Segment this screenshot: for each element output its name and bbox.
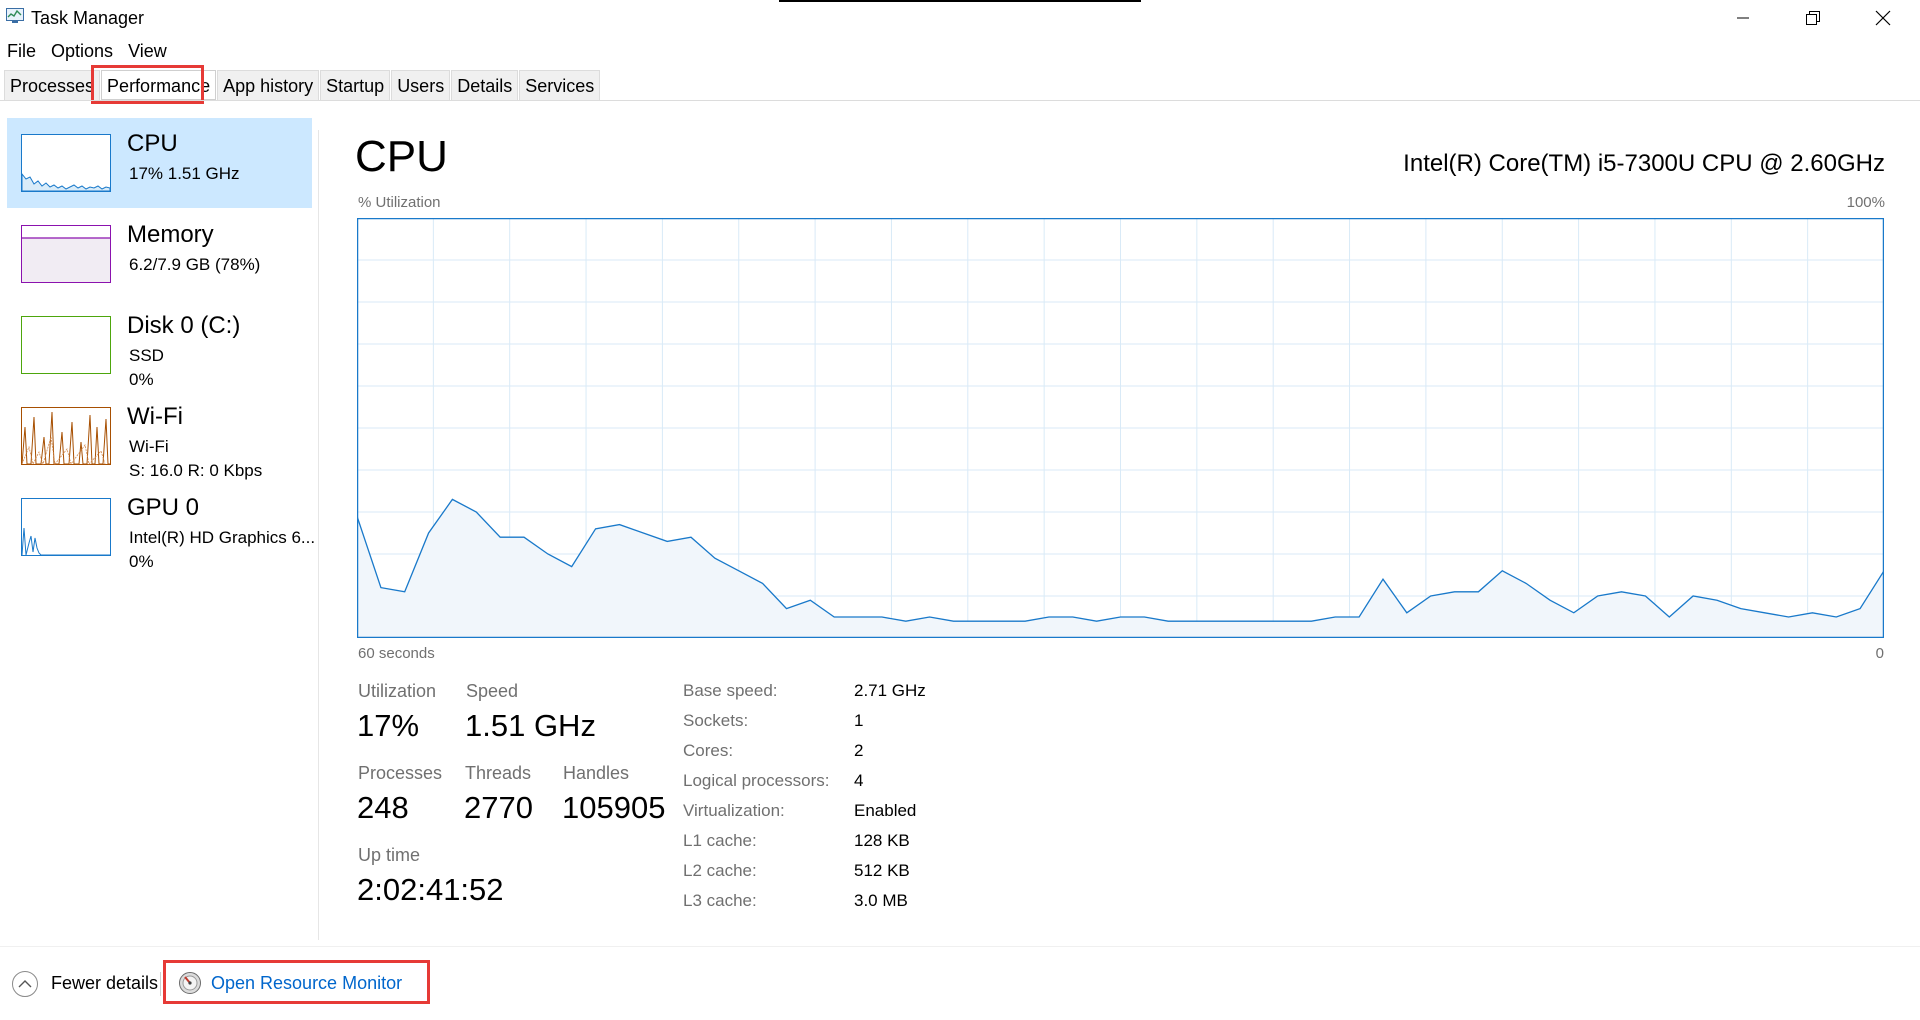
minimize-button[interactable] xyxy=(1713,0,1773,36)
handles-label: Handles xyxy=(563,763,630,783)
sidebar-wifi-name: Wi-Fi xyxy=(127,403,183,430)
gpu-thumbnail-graph xyxy=(21,498,111,556)
tab-users[interactable]: Users xyxy=(391,70,451,100)
cpu-utilization-graph xyxy=(357,218,1884,638)
uptime-value: 2:02:41:52 xyxy=(357,872,504,907)
sidebar-item-wifi[interactable]: Wi-Fi Wi-Fi S: 16.0 R: 0 Kbps xyxy=(0,391,318,481)
fewer-details-link[interactable]: Fewer details xyxy=(51,973,158,994)
footer-divider xyxy=(0,946,1920,947)
sidebar-disk-usage: 0% xyxy=(129,370,154,389)
info-label-base-speed: Base speed: xyxy=(683,681,778,700)
utilization-value: 17% xyxy=(357,708,420,743)
disk-thumbnail-graph xyxy=(21,316,111,374)
uptime-label: Up time xyxy=(358,845,421,865)
y-axis-label: % Utilization xyxy=(358,194,441,211)
sidebar-memory-name: Memory xyxy=(127,221,214,248)
cpu-thumbnail-graph xyxy=(21,134,111,192)
window-title: Task Manager xyxy=(31,8,145,28)
tab-app-history[interactable]: App history xyxy=(217,70,320,100)
threads-value: 2770 xyxy=(464,790,533,825)
close-button[interactable] xyxy=(1853,0,1913,36)
info-label-l1-cache: L1 cache: xyxy=(683,831,757,850)
info-label-sockets: Sockets: xyxy=(683,711,749,730)
close-icon xyxy=(1875,10,1891,26)
handles-value: 105905 xyxy=(562,790,666,825)
sidebar-cpu-name: CPU xyxy=(127,130,178,157)
sidebar-gpu-model: Intel(R) HD Graphics 6... xyxy=(129,528,316,547)
performance-tab-highlight xyxy=(91,65,204,104)
sidebar-memory-usage: 6.2/7.9 GB (78%) xyxy=(129,255,261,274)
sidebar-item-disk[interactable]: Disk 0 (C:) SSD 0% xyxy=(0,300,318,390)
menu-view[interactable]: View xyxy=(121,38,175,64)
info-label-l2-cache: L2 cache: xyxy=(683,861,757,880)
info-value-sockets: 1 xyxy=(854,711,864,730)
sidebar-wifi-throughput: S: 16.0 R: 0 Kbps xyxy=(129,461,263,480)
info-label-logical-processors: Logical processors: xyxy=(683,771,830,790)
info-value-cores: 2 xyxy=(854,741,864,760)
utilization-label: Utilization xyxy=(358,681,437,701)
page-title: CPU xyxy=(355,132,448,181)
info-label-cores: Cores: xyxy=(683,741,734,760)
tab-services[interactable]: Services xyxy=(519,70,601,100)
task-manager-icon xyxy=(6,8,24,23)
tab-details[interactable]: Details xyxy=(451,70,519,100)
info-label-virtualization: Virtualization: xyxy=(683,801,785,820)
sidebar-gpu-name: GPU 0 xyxy=(127,494,200,521)
taskbar-edge xyxy=(779,0,1141,2)
threads-label: Threads xyxy=(465,763,532,783)
sidebar-item-gpu[interactable]: GPU 0 Intel(R) HD Graphics 6... 0% xyxy=(0,482,318,572)
menu-bar: File Options View xyxy=(0,38,175,64)
info-value-base-speed: 2.71 GHz xyxy=(854,681,926,700)
sidebar-divider xyxy=(318,130,319,940)
sidebar-disk-name: Disk 0 (C:) xyxy=(127,312,241,339)
processes-value: 248 xyxy=(357,790,409,825)
sidebar-gpu-usage: 0% xyxy=(129,552,154,571)
info-value-l2-cache: 512 KB xyxy=(854,861,910,880)
sidebar-cpu-usage: 17% 1.51 GHz xyxy=(129,164,240,183)
info-value-l1-cache: 128 KB xyxy=(854,831,910,850)
sidebar-item-memory[interactable]: Memory 6.2/7.9 GB (78%) xyxy=(0,209,318,299)
tab-startup[interactable]: Startup xyxy=(320,70,391,100)
tab-processes[interactable]: Processes xyxy=(4,70,101,100)
cpu-model-name: Intel(R) Core(TM) i5-7300U CPU @ 2.60GHz xyxy=(1403,150,1885,177)
resource-monitor-highlight xyxy=(163,960,430,1004)
footer-separator xyxy=(160,972,161,996)
info-value-virtualization: Enabled xyxy=(854,801,917,820)
memory-thumbnail-graph xyxy=(21,225,111,283)
minimize-icon xyxy=(1737,17,1749,19)
info-value-l3-cache: 3.0 MB xyxy=(854,891,908,910)
wifi-thumbnail-graph xyxy=(21,407,111,465)
title-bar: Task Manager xyxy=(0,0,1920,36)
fewer-details-chevron-up-icon[interactable] xyxy=(11,970,39,998)
speed-value: 1.51 GHz xyxy=(465,708,596,743)
sidebar-wifi-adapter: Wi-Fi xyxy=(129,437,169,456)
sidebar-disk-type: SSD xyxy=(129,346,164,365)
x-axis-right-label: 0 xyxy=(1875,645,1884,662)
resource-sidebar: CPU 17% 1.51 GHz Memory 6.2/7.9 GB (78%)… xyxy=(0,118,318,573)
menu-options[interactable]: Options xyxy=(44,38,121,64)
info-label-l3-cache: L3 cache: xyxy=(683,891,757,910)
y-axis-max-label: 100% xyxy=(1846,194,1885,211)
info-value-logical-processors: 4 xyxy=(854,771,864,790)
tab-divider xyxy=(0,100,1920,101)
processes-label: Processes xyxy=(358,763,443,783)
speed-label: Speed xyxy=(466,681,519,701)
sidebar-item-cpu[interactable]: CPU 17% 1.51 GHz xyxy=(7,118,312,208)
menu-file[interactable]: File xyxy=(0,38,44,64)
x-axis-left-label: 60 seconds xyxy=(358,645,435,662)
restore-button[interactable] xyxy=(1783,0,1843,36)
restore-icon xyxy=(1806,11,1820,25)
